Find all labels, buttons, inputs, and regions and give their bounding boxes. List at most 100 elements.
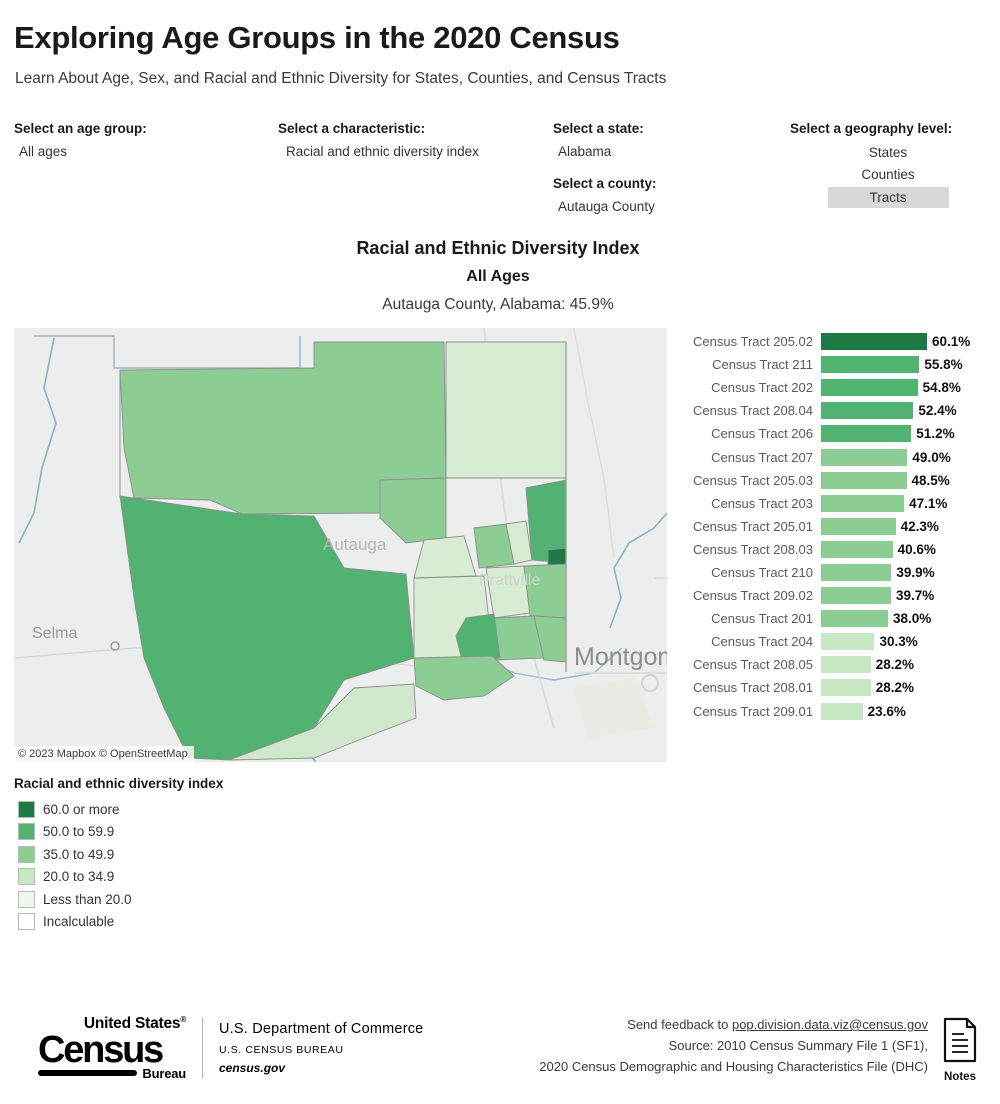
notes-button[interactable]: Notes bbox=[932, 1016, 988, 1083]
bar-row[interactable]: Census Tract 208.03 40.6% bbox=[673, 538, 993, 561]
bar-fill[interactable] bbox=[821, 494, 905, 512]
age-group-value[interactable]: All ages bbox=[19, 144, 147, 159]
legend-item: Incalculable bbox=[14, 911, 223, 934]
page-subtitle: Learn About Age, Sex, and Racial and Eth… bbox=[15, 70, 667, 87]
legend-swatch bbox=[18, 800, 35, 818]
bar-row[interactable]: Census Tract 201 38.0% bbox=[673, 607, 993, 630]
legend-item: 20.0 to 34.9 bbox=[14, 866, 223, 889]
bar-value-label: 28.2% bbox=[875, 657, 915, 673]
bar-value-label: 52.4% bbox=[918, 403, 957, 419]
bar-value-label: 48.5% bbox=[911, 472, 950, 488]
census-bureau-logo: United States® Census Bureau U.S. Depart… bbox=[38, 1016, 423, 1081]
bar-row[interactable]: Census Tract 210 39.9% bbox=[673, 561, 993, 584]
legend-item-label: Incalculable bbox=[43, 914, 115, 930]
legend-item: 60.0 or more bbox=[14, 798, 223, 821]
bar-row[interactable]: Census Tract 208.05 28.2% bbox=[673, 653, 993, 676]
bar-row[interactable]: Census Tract 205.01 42.3% bbox=[673, 515, 993, 538]
state-value[interactable]: Alabama bbox=[558, 144, 644, 159]
source-line-2: 2020 Census Demographic and Housing Char… bbox=[539, 1059, 928, 1075]
bar-category-label: Census Tract 210 bbox=[711, 564, 813, 580]
geography-level-options[interactable]: States Counties Tracts bbox=[790, 143, 986, 211]
bar-track: 51.2% bbox=[821, 422, 993, 445]
bar-row[interactable]: Census Tract 209.01 23.6% bbox=[673, 700, 993, 723]
bar-fill[interactable] bbox=[821, 517, 896, 535]
bar-category-label: Census Tract 205.02 bbox=[693, 334, 813, 350]
bar-row[interactable]: Census Tract 203 47.1% bbox=[673, 492, 993, 515]
bar-value-label: 51.2% bbox=[916, 426, 955, 442]
bar-fill[interactable] bbox=[821, 563, 892, 581]
legend-item-label: 50.0 to 59.9 bbox=[43, 824, 115, 840]
bar-row[interactable]: Census Tract 211 55.8% bbox=[673, 353, 993, 376]
legend-item: 35.0 to 49.9 bbox=[14, 843, 223, 866]
bar-fill[interactable] bbox=[821, 471, 907, 489]
bar-category-label: Census Tract 205.03 bbox=[693, 472, 813, 488]
geography-option-tracts[interactable]: Tracts bbox=[827, 187, 949, 208]
bar-category-label: Census Tract 208.05 bbox=[693, 657, 813, 673]
bar-track: 60.1% bbox=[821, 330, 993, 353]
bar-fill[interactable] bbox=[821, 540, 893, 558]
bar-value-label: 49.0% bbox=[912, 449, 951, 465]
bar-row[interactable]: Census Tract 207 49.0% bbox=[673, 445, 993, 468]
choropleth-map[interactable]: Autauga Prattville Selma Montgom © 2023 … bbox=[14, 328, 667, 762]
bar-row[interactable]: Census Tract 208.04 52.4% bbox=[673, 399, 993, 422]
bar-track: 28.2% bbox=[821, 676, 993, 699]
bar-row[interactable]: Census Tract 206 51.2% bbox=[673, 422, 993, 445]
source-line-1: Source: 2010 Census Summary File 1 (SF1)… bbox=[668, 1038, 928, 1054]
bar-track: 48.5% bbox=[821, 469, 993, 492]
feedback-email-link[interactable]: pop.division.data.viz@census.gov bbox=[732, 1017, 928, 1032]
logo-census-word: Census bbox=[38, 1028, 164, 1071]
bar-fill[interactable] bbox=[821, 356, 920, 374]
county-selector[interactable]: Select a county: Autauga County bbox=[553, 176, 657, 214]
bar-track: 42.3% bbox=[821, 515, 993, 538]
bar-row[interactable]: Census Tract 205.03 48.5% bbox=[673, 469, 993, 492]
county-value[interactable]: Autauga County bbox=[558, 199, 657, 214]
bar-fill[interactable] bbox=[821, 425, 912, 443]
bar-category-label: Census Tract 202 bbox=[711, 380, 813, 396]
bar-track: 54.8% bbox=[821, 376, 993, 399]
state-selector[interactable]: Select a state: Alabama bbox=[553, 121, 644, 159]
bar-category-label: Census Tract 204 bbox=[711, 634, 813, 650]
bar-track: 55.8% bbox=[821, 353, 993, 376]
bar-value-label: 55.8% bbox=[924, 357, 963, 373]
legend-swatch bbox=[18, 868, 35, 886]
bar-row[interactable]: Census Tract 204 30.3% bbox=[673, 630, 993, 653]
bar-fill[interactable] bbox=[821, 448, 908, 466]
bar-row[interactable]: Census Tract 205.02 60.1% bbox=[673, 330, 993, 353]
bar-fill[interactable] bbox=[821, 679, 871, 697]
geography-option-counties[interactable]: Counties bbox=[837, 165, 938, 184]
map-legend: Racial and ethnic diversity index 60.0 o… bbox=[14, 776, 223, 933]
age-group-selector[interactable]: Select an age group: All ages bbox=[14, 121, 147, 159]
notes-label: Notes bbox=[944, 1071, 976, 1083]
bar-track: 23.6% bbox=[821, 700, 993, 723]
logo-bureau-word: Bureau bbox=[142, 1065, 186, 1081]
bar-row[interactable]: Census Tract 202 54.8% bbox=[673, 376, 993, 399]
logo-rule bbox=[38, 1070, 138, 1077]
bar-value-label: 60.1% bbox=[932, 334, 971, 350]
legend-swatch bbox=[18, 913, 35, 931]
bar-category-label: Census Tract 208.03 bbox=[693, 541, 813, 557]
tract-bar-chart[interactable]: Census Tract 205.02 60.1% Census Tract 211… bbox=[673, 330, 993, 722]
geography-option-states[interactable]: States bbox=[845, 143, 931, 162]
bar-row[interactable]: Census Tract 208.01 28.2% bbox=[673, 676, 993, 699]
bar-fill[interactable] bbox=[821, 633, 875, 651]
bar-fill[interactable] bbox=[821, 656, 871, 674]
census-gov-url: census.gov bbox=[219, 1060, 286, 1075]
bar-track: 49.0% bbox=[821, 445, 993, 468]
bar-fill[interactable] bbox=[821, 402, 914, 420]
bar-fill[interactable] bbox=[821, 379, 918, 397]
bar-row[interactable]: Census Tract 209.02 39.7% bbox=[673, 584, 993, 607]
bar-fill[interactable] bbox=[821, 702, 863, 720]
state-label: Select a state: bbox=[553, 121, 644, 136]
geography-level-selector[interactable]: Select a geography level: States Counties… bbox=[790, 121, 986, 211]
geography-level-label: Select a geography level: bbox=[790, 121, 953, 136]
map-attribution: © 2023 Mapbox © OpenStreetMap bbox=[14, 746, 194, 762]
characteristic-value[interactable]: Racial and ethnic diversity index bbox=[286, 144, 479, 159]
bar-category-label: Census Tract 201 bbox=[711, 611, 813, 627]
bar-fill[interactable] bbox=[821, 333, 927, 351]
bar-fill[interactable] bbox=[821, 610, 889, 628]
bar-track: 28.2% bbox=[821, 653, 993, 676]
legend-swatch bbox=[18, 890, 35, 908]
characteristic-selector[interactable]: Select a characteristic: Racial and ethn… bbox=[278, 121, 479, 159]
bar-fill[interactable] bbox=[821, 587, 892, 605]
bar-category-label: Census Tract 203 bbox=[711, 495, 813, 511]
